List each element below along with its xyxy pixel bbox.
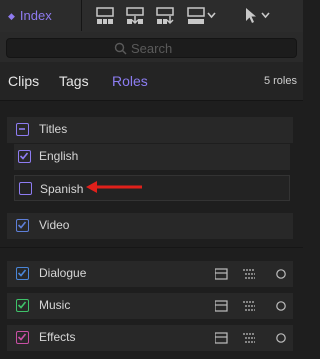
role-row-effects[interactable]: Effects xyxy=(7,325,293,351)
role-label: Effects xyxy=(39,330,76,344)
role-row-music[interactable]: Music xyxy=(7,293,293,319)
titles-checkbox[interactable] xyxy=(16,123,29,136)
tab-tags[interactable]: Tags xyxy=(59,73,89,89)
checkmark-icon xyxy=(19,152,29,160)
focus-icon xyxy=(276,269,286,279)
role-row-titles[interactable]: Titles xyxy=(7,117,293,143)
tab-roles[interactable]: Roles xyxy=(112,73,148,89)
role-row-english[interactable]: English xyxy=(14,144,290,170)
checkmark-icon xyxy=(17,221,27,229)
role-row-video[interactable]: Video xyxy=(7,213,293,239)
roles-count: 5 roles xyxy=(263,75,297,87)
red-arrow-annotation xyxy=(86,181,142,193)
role-row-spanish[interactable]: Spanish xyxy=(14,175,290,201)
search-icon xyxy=(114,42,127,55)
tab-clips[interactable]: Clips xyxy=(8,73,39,89)
music-checkbox[interactable] xyxy=(16,299,29,312)
search-area: Search xyxy=(0,32,303,62)
search-input[interactable]: Search xyxy=(6,38,297,58)
append-clip-icon[interactable] xyxy=(155,6,175,26)
search-placeholder: Search xyxy=(131,41,173,56)
video-checkbox[interactable] xyxy=(16,219,29,232)
focus-icon xyxy=(276,333,286,343)
lane-icon xyxy=(215,332,228,344)
select-tool-icon[interactable] xyxy=(245,7,259,25)
connect-clip-icon[interactable] xyxy=(95,6,115,26)
checkmark-icon xyxy=(17,269,27,277)
spanish-checkbox[interactable] xyxy=(19,182,32,195)
mixed-icon xyxy=(19,128,25,130)
index-label: Index xyxy=(19,8,52,23)
insert-clip-icon[interactable] xyxy=(125,6,145,26)
subroles-icon xyxy=(243,269,255,279)
role-label: Titles xyxy=(39,122,68,136)
index-button[interactable]: ◆ Index xyxy=(0,0,82,31)
effects-checkbox[interactable] xyxy=(16,331,29,344)
role-label: English xyxy=(39,149,79,163)
lane-icon xyxy=(215,268,228,280)
focus-icon xyxy=(276,301,286,311)
chevron-down-icon[interactable] xyxy=(207,11,216,20)
role-controls[interactable] xyxy=(215,332,287,344)
english-checkbox[interactable] xyxy=(18,150,31,163)
role-label: Music xyxy=(39,298,71,312)
checkmark-icon xyxy=(17,301,27,309)
diamond-icon: ◆ xyxy=(8,11,15,21)
divider xyxy=(0,247,303,248)
role-label: Video xyxy=(39,218,70,232)
role-controls[interactable] xyxy=(215,300,287,312)
subroles-icon xyxy=(243,333,255,343)
lane-icon xyxy=(215,300,228,312)
toolbar: ◆ Index xyxy=(0,0,303,33)
chevron-down-icon[interactable] xyxy=(261,11,270,20)
role-label: Dialogue xyxy=(39,266,87,280)
role-row-dialogue[interactable]: Dialogue xyxy=(7,261,293,287)
overwrite-clip-icon[interactable] xyxy=(186,6,206,26)
dialogue-checkbox[interactable] xyxy=(16,267,29,280)
subroles-icon xyxy=(243,301,255,311)
role-label: Spanish xyxy=(40,182,84,196)
checkmark-icon xyxy=(17,333,27,341)
role-controls[interactable] xyxy=(215,268,287,280)
tab-bar: Clips Tags Roles 5 roles xyxy=(0,62,303,101)
